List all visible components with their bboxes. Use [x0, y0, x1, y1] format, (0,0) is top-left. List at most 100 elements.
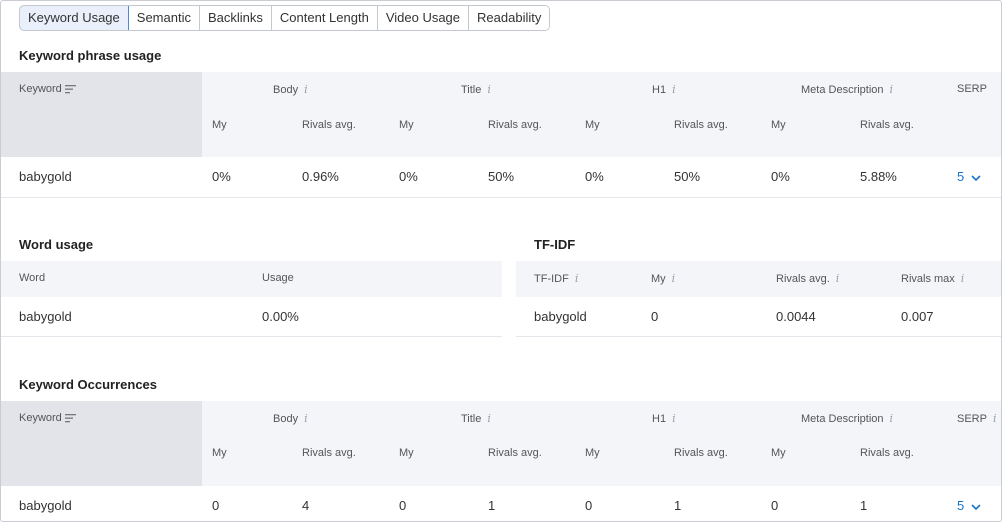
- info-icon[interactable]: i: [672, 412, 676, 425]
- info-icon[interactable]: i: [836, 272, 840, 285]
- tfidf-rivals-max: 0.007: [901, 309, 934, 324]
- occurrences-meta-my: 0: [771, 498, 779, 513]
- row-divider: [516, 336, 1001, 337]
- phrase-usage-title: Keyword phrase usage: [19, 48, 162, 63]
- sort-icon[interactable]: [64, 83, 77, 95]
- occurrences-title-label: Title: [461, 413, 482, 425]
- occurrences-h1-my: 0: [585, 498, 593, 513]
- phrase-keyword-column-header[interactable]: Keyword: [19, 83, 77, 95]
- phrase-title-my-header: My: [399, 119, 414, 131]
- tfidf-rivals-max-header: Rivals max i: [901, 272, 964, 285]
- occurrences-body-my-header: My: [212, 447, 227, 459]
- tfidf-rivals-avg-header: Rivals avg. i: [776, 272, 839, 285]
- occurrences-serp-dropdown[interactable]: 5: [957, 498, 981, 513]
- info-icon[interactable]: i: [993, 412, 997, 425]
- tfidf-my-header: My i: [651, 272, 675, 285]
- tfidf-term: babygold: [534, 309, 587, 324]
- tab-readability[interactable]: Readability: [469, 6, 550, 30]
- tab-keyword-usage[interactable]: Keyword Usage: [20, 6, 129, 30]
- phrase-body-header: Body i: [273, 83, 308, 96]
- occurrences-title-rivals-header: Rivals avg.: [488, 447, 542, 459]
- phrase-h1-header: H1 i: [652, 83, 676, 96]
- chevron-down-icon: [968, 169, 981, 184]
- occurrences-body-rivals: 4: [302, 498, 310, 513]
- phrase-meta-rivals-header: Rivals avg.: [860, 119, 914, 131]
- word-usage-header: [1, 261, 502, 297]
- tfidf-title: TF-IDF: [534, 237, 576, 252]
- tfidf-rivals-avg: 0.0044: [776, 309, 816, 324]
- phrase-meta-label: Meta Description: [801, 84, 884, 96]
- phrase-meta-header: Meta Description i: [801, 83, 893, 96]
- tab-video-usage[interactable]: Video Usage: [377, 6, 470, 30]
- phrase-title-rivals: 50%: [488, 169, 515, 184]
- occurrences-meta-rivals-header: Rivals avg.: [860, 447, 914, 459]
- tfidf-term-label: TF-IDF: [534, 273, 569, 285]
- phrase-meta-rivals: 5.88%: [860, 169, 897, 184]
- phrase-h1-my: 0%: [585, 169, 604, 184]
- word-usage-title: Word usage: [19, 237, 94, 252]
- tfidf-my-label: My: [651, 273, 666, 285]
- tab-content-length[interactable]: Content Length: [271, 6, 378, 30]
- occurrences-keyword-column-header[interactable]: Keyword: [19, 412, 77, 424]
- occurrences-title-my: 0: [399, 498, 407, 513]
- phrase-meta-my: 0%: [771, 169, 790, 184]
- occurrences-h1-rivals: 1: [674, 498, 682, 513]
- phrase-body-rivals-header: Rivals avg.: [302, 119, 356, 131]
- info-icon[interactable]: i: [487, 83, 491, 96]
- phrase-title-my: 0%: [399, 169, 418, 184]
- info-icon[interactable]: i: [890, 412, 894, 425]
- occurrences-title: Keyword Occurrences: [19, 377, 158, 392]
- occurrences-meta-label: Meta Description: [801, 413, 884, 425]
- occurrences-body-my: 0: [212, 498, 220, 513]
- word-usage-word: babygold: [19, 309, 72, 324]
- occurrences-keyword-header-label: Keyword: [19, 412, 62, 424]
- phrase-h1-rivals: 50%: [674, 169, 701, 184]
- info-icon[interactable]: i: [672, 83, 676, 96]
- info-icon[interactable]: i: [672, 272, 676, 285]
- phrase-h1-rivals-header: Rivals avg.: [674, 119, 728, 131]
- occurrences-h1-header: H1 i: [652, 412, 676, 425]
- tfidf-rivals-avg-label: Rivals avg.: [776, 273, 830, 285]
- occurrences-title-header: Title i: [461, 412, 491, 425]
- word-usage-word-header: Word: [19, 272, 46, 284]
- phrase-body-rivals: 0.96%: [302, 169, 339, 184]
- phrase-title-rivals-header: Rivals avg.: [488, 119, 542, 131]
- chevron-down-icon: [968, 498, 981, 513]
- keyword-analysis-panel: Keyword Usage Semantic Backlinks Content…: [0, 0, 1002, 522]
- phrase-keyword-header-label: Keyword: [19, 83, 62, 95]
- phrase-title-label: Title: [461, 84, 482, 96]
- phrase-serp-header: SERP: [957, 83, 987, 95]
- phrase-body-label: Body: [273, 84, 299, 96]
- occurrences-meta-my-header: My: [771, 447, 786, 459]
- occurrences-meta-header: Meta Description i: [801, 412, 893, 425]
- occurrences-body-header: Body i: [273, 412, 308, 425]
- occurrences-h1-rivals-header: Rivals avg.: [674, 447, 728, 459]
- tab-backlinks[interactable]: Backlinks: [199, 6, 272, 30]
- info-icon[interactable]: i: [304, 412, 308, 425]
- sort-icon[interactable]: [64, 412, 77, 424]
- tfidf-rivals-max-label: Rivals max: [901, 273, 955, 285]
- tab-bar: Keyword Usage Semantic Backlinks Content…: [19, 5, 551, 31]
- phrase-title-header: Title i: [461, 83, 491, 96]
- occurrences-title-my-header: My: [399, 447, 414, 459]
- phrase-body-my: 0%: [212, 169, 231, 184]
- occurrences-h1-label: H1: [652, 413, 667, 425]
- info-icon[interactable]: i: [961, 272, 965, 285]
- phrase-h1-my-header: My: [585, 119, 600, 131]
- info-icon[interactable]: i: [487, 412, 491, 425]
- occurrences-serp-header: SERP i: [957, 412, 997, 425]
- info-icon[interactable]: i: [575, 272, 579, 285]
- word-usage-usage-header: Usage: [262, 272, 294, 284]
- info-icon[interactable]: i: [304, 83, 308, 96]
- row-divider: [1, 336, 502, 337]
- tab-semantic[interactable]: Semantic: [128, 6, 200, 30]
- occurrences-serp-value: 5: [957, 498, 965, 513]
- info-icon[interactable]: i: [890, 83, 894, 96]
- phrase-row-keyword: babygold: [19, 169, 72, 184]
- tfidf-my: 0: [651, 309, 659, 324]
- phrase-serp-dropdown[interactable]: 5: [957, 169, 981, 184]
- occurrences-meta-rivals: 1: [860, 498, 868, 513]
- tfidf-term-header: TF-IDF i: [534, 272, 578, 285]
- phrase-meta-my-header: My: [771, 119, 786, 131]
- occurrences-row-keyword: babygold: [19, 498, 72, 513]
